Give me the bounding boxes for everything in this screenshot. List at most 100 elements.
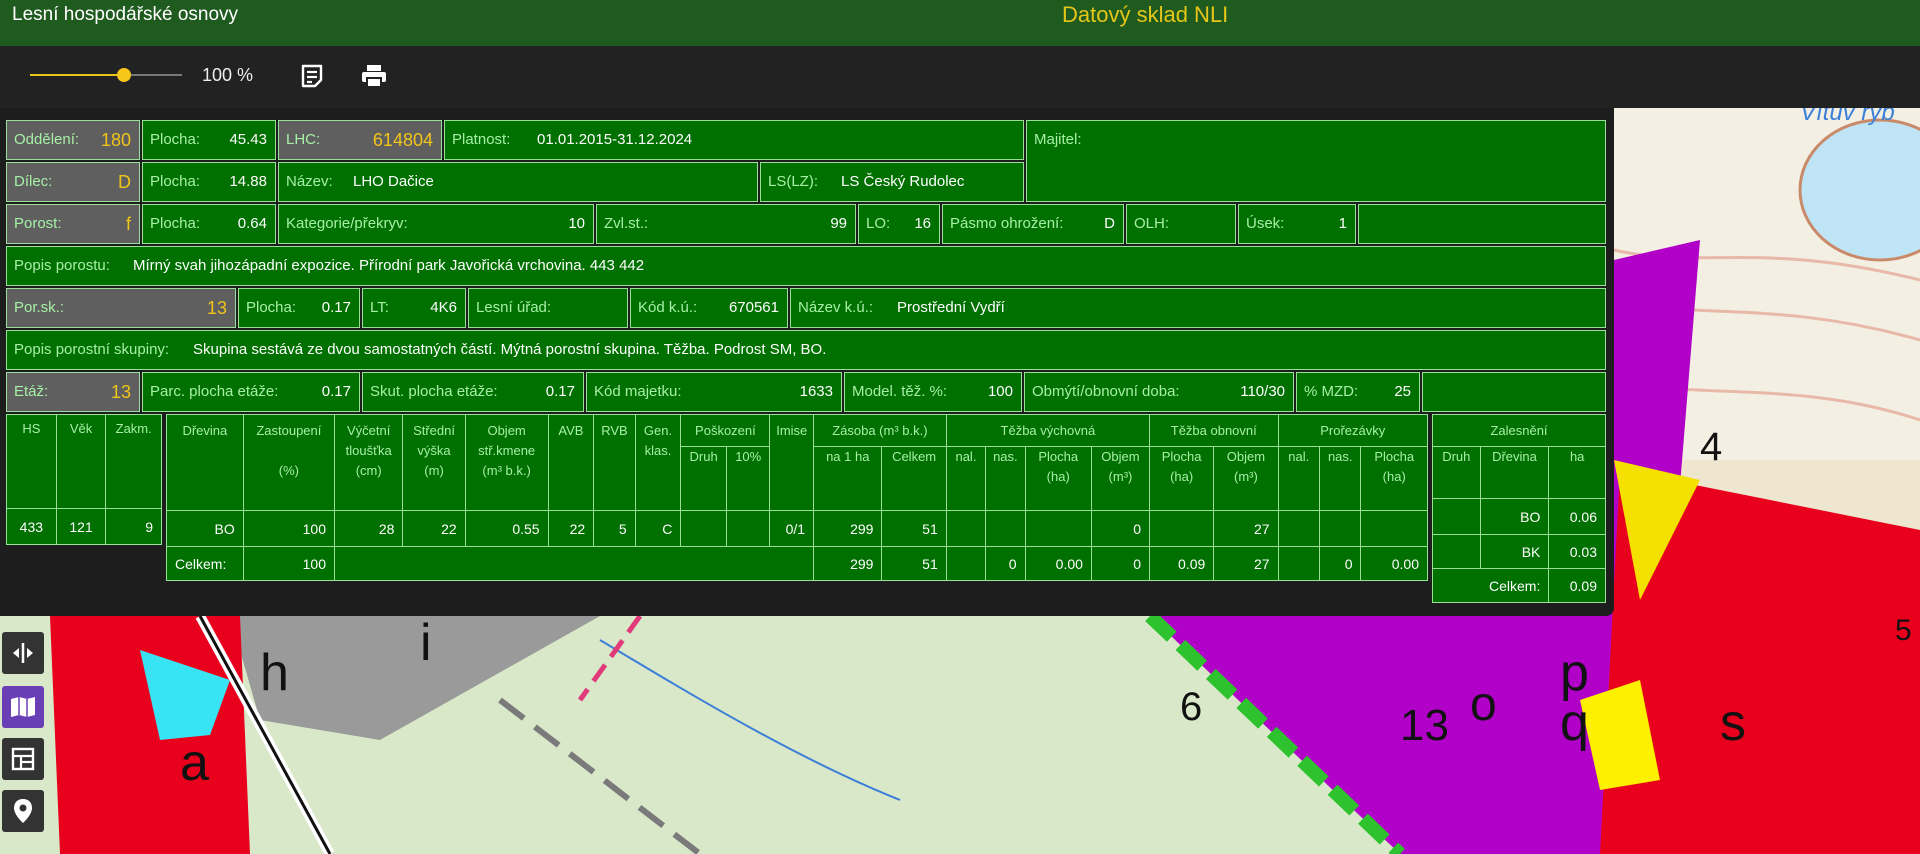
usek-cell: Úsek: 1 xyxy=(1238,204,1356,244)
cell-to-objem: 27 xyxy=(1213,510,1279,547)
cell-celkem: 51 xyxy=(881,510,947,547)
cell-pr-plocha xyxy=(1360,510,1428,547)
print-icon xyxy=(362,65,386,88)
total-label: Celkem: xyxy=(166,546,244,581)
lt-value: 4K6 xyxy=(430,299,457,316)
zvlst-cell: Zvl.st.: 99 xyxy=(596,204,856,244)
kod-ku-cell: Kód k.ú.: 670561 xyxy=(630,288,788,328)
col-vycetni: Výčetní tloušťka (cm) xyxy=(333,414,404,511)
cell-pr-nas xyxy=(1319,510,1362,547)
plocha-value: 45.43 xyxy=(229,131,267,148)
oddeleni-cell: Oddělení: 180 xyxy=(6,120,140,160)
cell-drevina: BO xyxy=(166,510,244,547)
aff-col-ha: ha xyxy=(1548,446,1606,499)
split-icon xyxy=(13,643,33,663)
zoom-slider-thumb[interactable] xyxy=(117,68,132,82)
plocha-label: Plocha: xyxy=(150,131,201,148)
col-stredni: Střední výška (m) xyxy=(402,414,466,511)
location-button[interactable] xyxy=(2,790,44,832)
etaz-cell: Etáž: 13 xyxy=(6,372,140,412)
nazev-ku-cell: Název k.ú.: Prostřední Vydří xyxy=(790,288,1606,328)
col-tv-objem: Objem (m³) xyxy=(1090,446,1150,511)
col-to-plocha-unit: (ha) xyxy=(1170,469,1194,484)
cell-zastoupeni: 100 xyxy=(242,510,335,547)
report-icon xyxy=(301,64,323,88)
plocha-label: Plocha: xyxy=(150,215,201,232)
skut-plocha-label: Skut. plocha etáže: xyxy=(370,383,498,400)
report-button[interactable] xyxy=(296,60,328,92)
app-title: Lesní hospodářské osnovy xyxy=(12,4,239,25)
lt-cell: LT: 4K6 xyxy=(362,288,466,328)
col-tv-nal: nal. xyxy=(945,446,987,511)
cell-avb: 22 xyxy=(547,510,595,547)
table-total-row: Celkem: 0.09 xyxy=(1431,568,1606,603)
total-pr-nas: 0 xyxy=(1319,546,1362,581)
svg-text:o: o xyxy=(1470,678,1497,731)
col-zastoupeni-label: Zastoupení xyxy=(256,423,322,438)
svg-text:h: h xyxy=(260,644,289,702)
zoom-label: 100 % xyxy=(202,65,254,85)
total-pr-nal xyxy=(1277,546,1321,581)
col-objem: Objem stř.kmene (m³ b.k.) xyxy=(464,414,549,511)
popis-skupiny-label: Popis porostní skupiny: xyxy=(14,341,170,358)
mzd-label: % MZD: xyxy=(1304,383,1359,400)
etaz-label: Etáž: xyxy=(14,383,49,400)
plocha-value: 14.88 xyxy=(229,173,267,190)
popis-porostu-value: Mírný svah jihozápadní expozice. Přírodn… xyxy=(133,257,645,274)
kod-majetku-label: Kód majetku: xyxy=(594,383,682,400)
skut-plocha-cell: Skut. plocha etáže: 0.17 xyxy=(362,372,584,412)
col-stredni-label2: výška xyxy=(417,443,451,458)
plocha-value: 0.64 xyxy=(237,215,267,232)
afforestation-table: Zalesnění Druh Dřevina ha BO 0.06 BK 0.0… xyxy=(1431,414,1606,603)
olh-label: OLH: xyxy=(1134,215,1170,232)
popis-skupiny-value: Skupina sestává ze dvou samostatných čás… xyxy=(193,341,827,358)
print-button[interactable] xyxy=(358,60,390,92)
col-stredni-label: Střední xyxy=(413,423,455,438)
porsk-cell: Por.sk.: 13 xyxy=(6,288,236,328)
aff-col-drevina: Dřevina xyxy=(1479,446,1550,499)
plocha-oddeleni-cell: Plocha: 45.43 xyxy=(142,120,276,160)
porost-value: f xyxy=(125,214,131,234)
col-druh: Druh xyxy=(680,446,727,511)
parc-plocha-cell: Parc. plocha etáže: 0.17 xyxy=(142,372,360,412)
empty-cell xyxy=(1422,372,1606,412)
col-pr-plocha-label: Plocha xyxy=(1374,449,1415,464)
col-prorezavky: Prořezávky xyxy=(1277,414,1429,447)
col-10pct: 10% xyxy=(725,446,771,511)
col-to-plocha: Plocha (ha) xyxy=(1148,446,1215,511)
kod-majetku-value: 1633 xyxy=(799,383,833,400)
lhc-label: LHC: xyxy=(286,131,321,148)
nazev-ku-value: Prostřední Vydří xyxy=(897,299,1005,316)
popis-porostu-label: Popis porostu: xyxy=(14,257,110,274)
col-vycetni-label2: tloušťka xyxy=(345,443,392,458)
zoom-slider[interactable] xyxy=(30,68,182,82)
age-hs-value: 433 xyxy=(6,508,57,545)
platnost-cell: Platnost: 01.01.2015-31.12.2024 xyxy=(444,120,1024,160)
cell-na1ha: 299 xyxy=(813,510,883,547)
lt-label: LT: xyxy=(370,299,389,316)
porsk-label: Por.sk.: xyxy=(14,299,65,316)
split-view-button[interactable] xyxy=(2,632,44,674)
map-book-button[interactable] xyxy=(2,686,44,728)
total-tv-plocha: 0.00 xyxy=(1024,546,1092,581)
pasmo-label: Pásmo ohrožení: xyxy=(950,215,1064,232)
empty-cell xyxy=(1358,204,1606,244)
ls-label: LS(LZ): xyxy=(768,173,819,190)
platnost-label: Platnost: xyxy=(452,131,511,148)
zoom-slider-fill xyxy=(30,74,125,76)
layout-button[interactable] xyxy=(2,738,44,780)
obmyti-label: Obmýtí/obnovní doba: xyxy=(1032,383,1180,400)
parc-plocha-label: Parc. plocha etáže: xyxy=(150,383,279,400)
svg-text:a: a xyxy=(180,734,209,792)
layout-icon xyxy=(11,747,35,771)
total-to-objem: 27 xyxy=(1213,546,1279,581)
total-tv-objem: 0 xyxy=(1090,546,1150,581)
col-to-plocha-label: Plocha xyxy=(1161,449,1202,464)
lhc-value: 614804 xyxy=(372,130,433,150)
svg-text:13: 13 xyxy=(1400,701,1449,750)
oddeleni-value: 180 xyxy=(100,130,131,150)
svg-text:q: q xyxy=(1560,694,1589,752)
zvlst-value: 99 xyxy=(830,215,847,232)
table-row: 433 121 9 xyxy=(6,508,162,545)
plocha-value: 0.17 xyxy=(321,299,351,316)
